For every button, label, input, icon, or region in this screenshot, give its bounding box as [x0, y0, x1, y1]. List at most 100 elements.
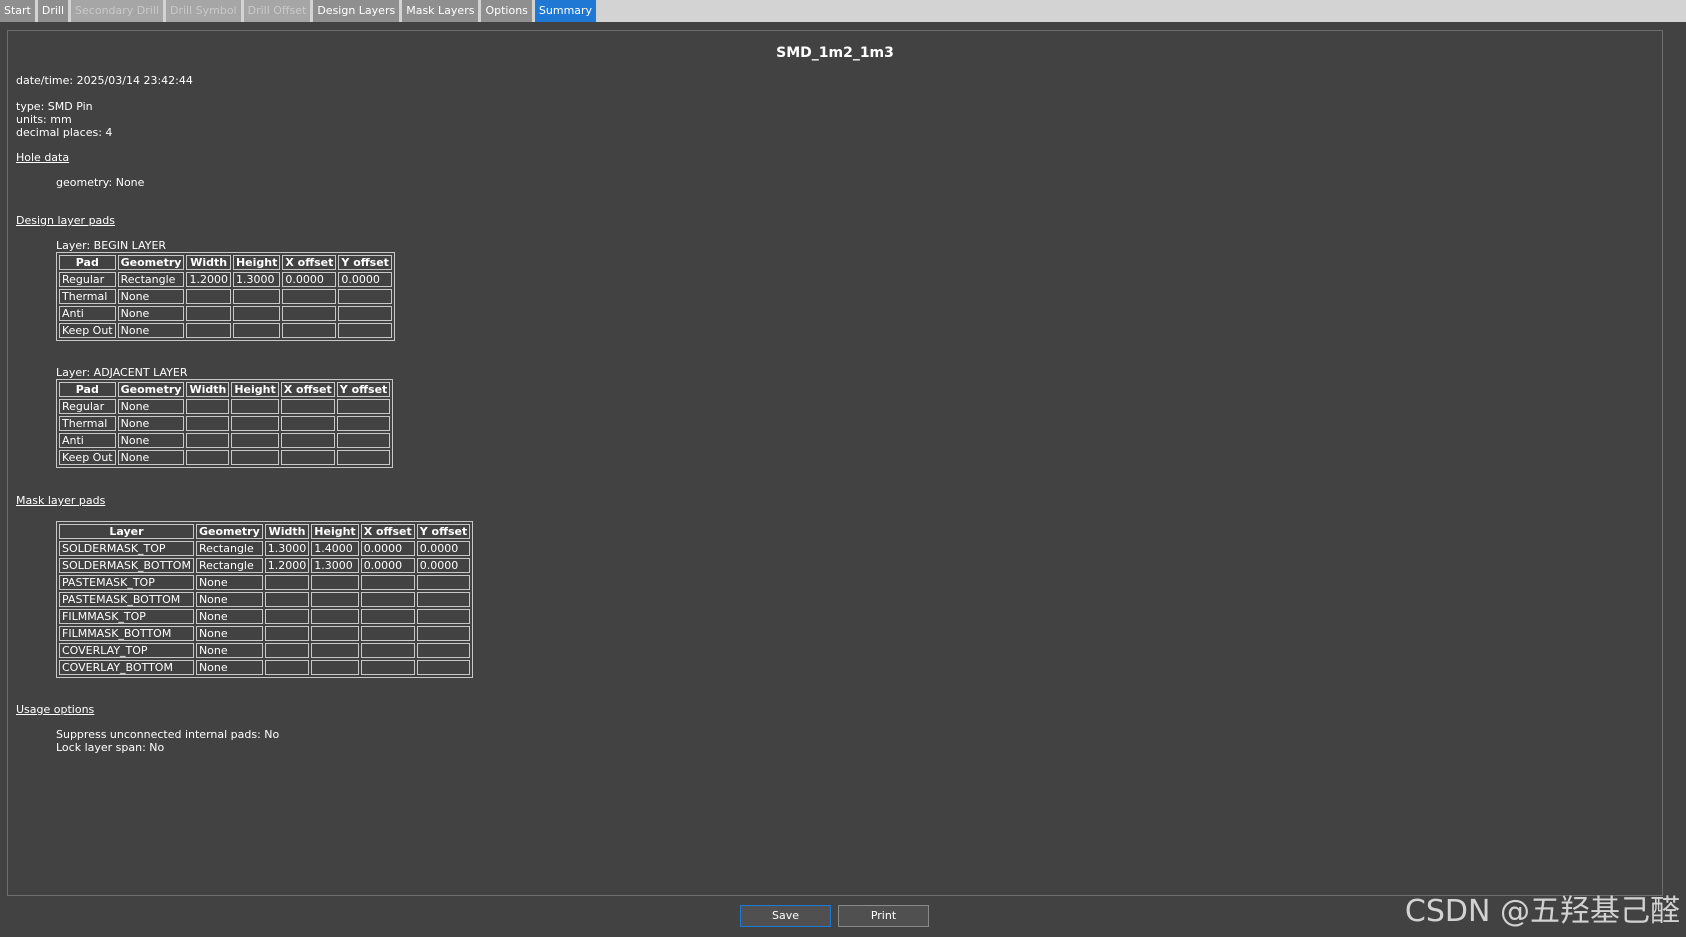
lock-layer-span-text: Lock layer span: No [56, 741, 165, 754]
cell: None [195, 592, 263, 607]
cell: FILMMASK_TOP [59, 609, 194, 624]
cell [416, 592, 471, 607]
table-row: Thermal None [59, 416, 391, 431]
cell: 1.3000 [232, 272, 281, 287]
cell: Keep Out [59, 450, 116, 465]
tab-drill[interactable]: Drill [37, 0, 69, 22]
cell: Rectangle [117, 272, 185, 287]
table-row: Regular Rectangle 1.2000 1.3000 0.0000 0… [59, 272, 392, 287]
table-row: Anti None [59, 306, 392, 321]
header-height: Height [231, 382, 279, 397]
cell: Thermal [59, 289, 116, 304]
cell [282, 306, 337, 321]
cell [311, 609, 359, 624]
cell [311, 643, 359, 658]
cell: None [195, 660, 263, 675]
table-row: PASTEMASK_BOTTOM None [59, 592, 471, 607]
cell [232, 323, 281, 338]
cell [336, 433, 391, 448]
cell: 0.0000 [360, 558, 415, 573]
cell: 1.3000 [311, 558, 359, 573]
cell [264, 609, 310, 624]
usage-options-heading: Usage options [16, 703, 95, 716]
cell [360, 643, 415, 658]
cell: COVERLAY_BOTTOM [59, 660, 194, 675]
cell [416, 643, 471, 658]
cell [360, 626, 415, 641]
cell [186, 450, 230, 465]
cell: None [117, 450, 185, 465]
cell: 0.0000 [360, 541, 415, 556]
hole-geometry-text: geometry: None [56, 176, 145, 189]
adjacent-layer-table: Pad Geometry Width Height X offset Y off… [56, 379, 394, 468]
cell [336, 416, 391, 431]
cell: None [117, 306, 185, 321]
header-geometry: Geometry [117, 382, 185, 397]
tab-bar: Start Drill Secondary Drill Drill Symbol… [0, 0, 1686, 22]
cell [231, 399, 279, 414]
cell: PASTEMASK_TOP [59, 575, 194, 590]
table-header-row: Layer Geometry Width Height X offset Y o… [59, 524, 471, 539]
header-width: Width [186, 255, 231, 270]
header-y-offset: Y offset [338, 255, 392, 270]
header-geometry: Geometry [117, 255, 185, 270]
cell [282, 323, 337, 338]
cell [264, 575, 310, 590]
suppress-unconnected-text: Suppress unconnected internal pads: No [56, 728, 280, 741]
cell: None [117, 416, 185, 431]
save-button[interactable]: Save [740, 905, 831, 927]
cell: 0.0000 [416, 558, 471, 573]
tab-options[interactable]: Options [481, 0, 532, 22]
cell [336, 399, 391, 414]
cell [231, 450, 279, 465]
cell [231, 433, 279, 448]
table-row: Keep Out None [59, 323, 392, 338]
cell [280, 416, 335, 431]
tab-drill-offset: Drill Offset [243, 0, 311, 22]
header-width: Width [264, 524, 310, 539]
cell [282, 289, 337, 304]
cell [232, 289, 281, 304]
print-button[interactable]: Print [838, 905, 929, 927]
cell [416, 609, 471, 624]
cell [416, 626, 471, 641]
table-row: COVERLAY_TOP None [59, 643, 471, 658]
tab-drill-symbol: Drill Symbol [165, 0, 241, 22]
cell [360, 660, 415, 675]
cell [280, 433, 335, 448]
cell: Rectangle [195, 558, 263, 573]
table-row: Anti None [59, 433, 391, 448]
cell [186, 306, 231, 321]
tab-summary[interactable]: Summary [534, 0, 597, 22]
cell: 1.3000 [264, 541, 310, 556]
header-pad: Pad [59, 382, 116, 397]
design-layer-pads-heading: Design layer pads [16, 214, 116, 227]
tab-design-layers[interactable]: Design Layers [313, 0, 400, 22]
tab-start[interactable]: Start [0, 0, 35, 22]
cell: None [195, 609, 263, 624]
cell [186, 323, 231, 338]
cell: 1.2000 [186, 272, 231, 287]
table-row: Regular None [59, 399, 391, 414]
type-text: type: SMD Pin [16, 100, 93, 113]
table-row: SOLDERMASK_BOTTOM Rectangle 1.2000 1.300… [59, 558, 471, 573]
table-row: Keep Out None [59, 450, 391, 465]
cell [231, 416, 279, 431]
table-header-row: Pad Geometry Width Height X offset Y off… [59, 382, 391, 397]
cell: Regular [59, 272, 116, 287]
cell [360, 609, 415, 624]
header-layer: Layer [59, 524, 194, 539]
header-y-offset: Y offset [416, 524, 471, 539]
cell [186, 399, 230, 414]
cell [186, 416, 230, 431]
begin-layer-label: Layer: BEGIN LAYER [56, 239, 167, 252]
cell: Thermal [59, 416, 116, 431]
cell: Rectangle [195, 541, 263, 556]
mask-layer-table: Layer Geometry Width Height X offset Y o… [56, 521, 474, 678]
header-width: Width [186, 382, 230, 397]
cell: None [117, 433, 185, 448]
tab-mask-layers[interactable]: Mask Layers [402, 0, 479, 22]
cell: Regular [59, 399, 116, 414]
table-row: FILMMASK_TOP None [59, 609, 471, 624]
cell [186, 433, 230, 448]
